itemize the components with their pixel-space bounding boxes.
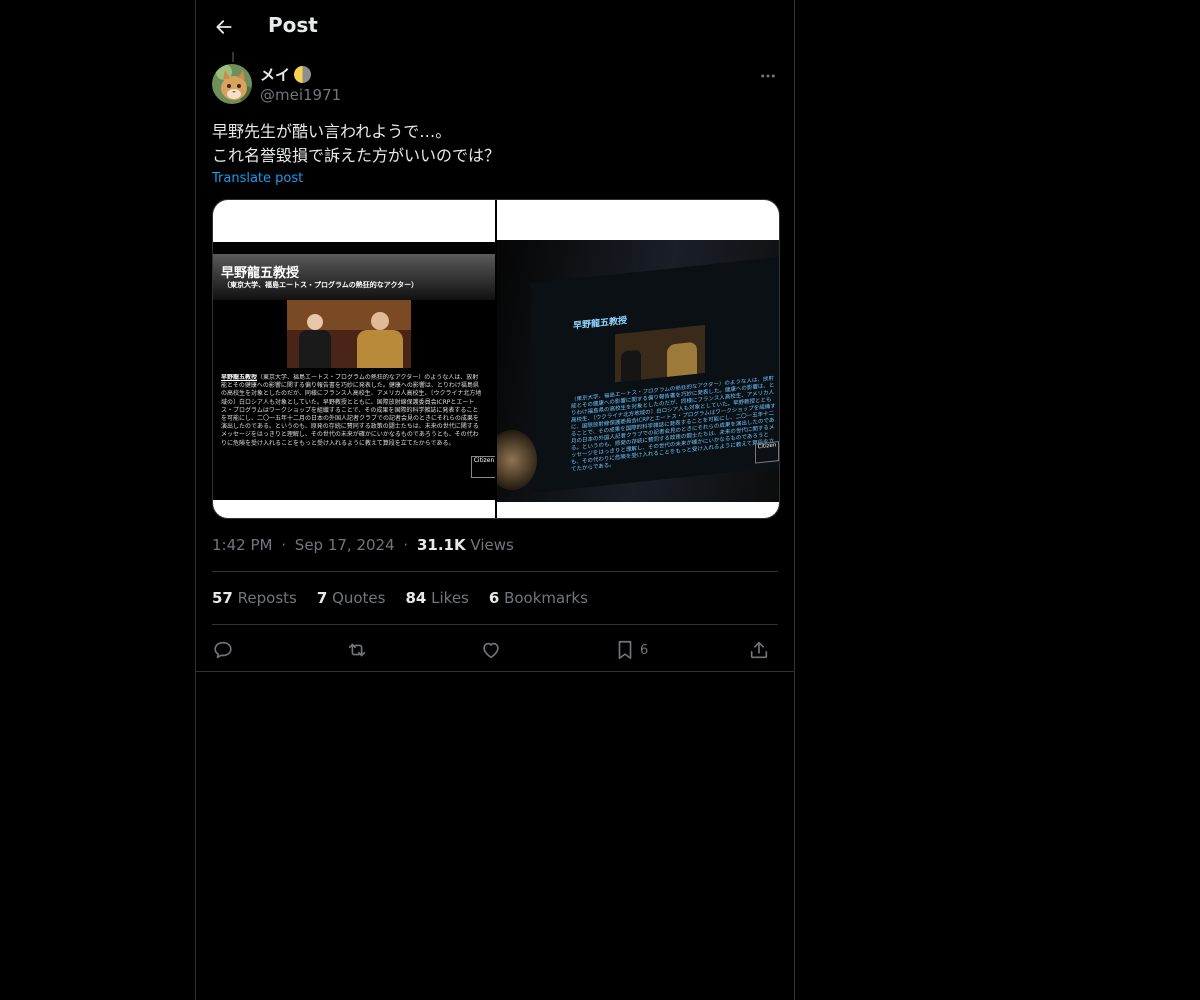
slide-body-lead: 早野龍五教授 (221, 374, 258, 381)
avatar[interactable] (212, 64, 252, 104)
action-bar: 6 (212, 636, 778, 664)
bookmarks-count: 6 (488, 589, 500, 607)
meta-separator: · (403, 536, 409, 554)
slide-frame: 早野龍五教授 （東京大学、福島エートス・プログラムの熱狂的なアクター） 早野龍五… (213, 242, 495, 500)
bookmarks-label: Bookmarks (504, 589, 588, 607)
divider (212, 571, 778, 572)
like-button[interactable] (480, 636, 502, 664)
slide-body: 早野龍五教授（東京大学、福島エートス・プログラムの熱狂的なアクター）のような人は… (221, 374, 483, 474)
reposts-stat[interactable]: 57 Reposts (212, 589, 297, 607)
likes-label: Likes (431, 589, 469, 607)
page-title: Post (268, 13, 318, 37)
tweet-text: 早野先生が酷い言われようで…。 これ名誉毀損で訴えた方がいいのでは？ (212, 120, 778, 168)
display-name-text: メイ (260, 66, 291, 84)
share-button[interactable] (748, 636, 770, 664)
likes-count: 84 (405, 589, 427, 607)
thread-line (232, 52, 234, 62)
bookmark-count: 6 (640, 642, 649, 658)
views-label: Views (470, 536, 514, 554)
quotes-count: 7 (316, 589, 328, 607)
screen-logo: Citizen (755, 441, 779, 464)
quotes-stat[interactable]: 7 Quotes (317, 589, 386, 607)
repost-button[interactable] (346, 636, 368, 664)
slide-title: 早野龍五教授 (221, 266, 300, 281)
user-handle[interactable]: @mei1971 (260, 86, 341, 104)
screen-photo: 早野龍五教授 （東京大学、福島エートス・プログラムの熱狂的なアクター）のような人… (497, 240, 779, 502)
tweet-text-line-1: 早野先生が酷い言われようで…。 (212, 122, 452, 141)
display-name[interactable]: メイ (260, 64, 312, 85)
like-icon (483, 642, 499, 659)
reply-icon (214, 641, 232, 659)
reposts-label: Reposts (237, 589, 297, 607)
back-button[interactable] (208, 11, 240, 43)
media-photo-1[interactable]: 早野龍五教授 （東京大学、福島エートス・プログラムの熱狂的なアクター） 早野龍五… (213, 200, 495, 518)
slide-body-text: （東京大学、福島エートス・プログラムの熱狂的なアクター）のような人は、放射能とそ… (221, 374, 482, 447)
likes-stat[interactable]: 84 Likes (405, 589, 468, 607)
back-arrow-icon (216, 20, 232, 34)
post-time[interactable]: 1:42 PM (212, 536, 272, 554)
screen-body: （東京大学、福島エートス・プログラムの熱狂的なアクター）のような人は、放射能とそ… (571, 375, 776, 473)
post-column: Post メイ @mei1971 早野先生が酷い言われようで…。 これ名誉毀損で… (195, 0, 795, 1000)
more-button[interactable] (756, 64, 780, 88)
meta-separator: · (281, 536, 287, 554)
tweet-text-line-2: これ名誉毀損で訴えた方がいいのでは？ (212, 146, 501, 165)
divider (212, 624, 778, 625)
share-icon (750, 641, 768, 659)
header: Post (196, 0, 794, 54)
bookmark-button[interactable]: 6 (614, 636, 648, 664)
media-grid: 早野龍五教授 （東京大学、福島エートス・プログラムの熱狂的なアクター） 早野龍五… (212, 199, 780, 519)
media-photo-2[interactable]: 早野龍五教授 （東京大学、福島エートス・プログラムの熱狂的なアクター）のような人… (497, 200, 779, 518)
projector-screen: 早野龍五教授 （東京大学、福島エートス・プログラムの熱狂的なアクター）のような人… (531, 256, 779, 494)
bookmark-icon (618, 640, 632, 660)
screen-slide-photo (615, 324, 705, 383)
quotes-label: Quotes (332, 589, 386, 607)
slide-subtitle: （東京大学、福島エートス・プログラムの熱狂的なアクター） (223, 281, 419, 289)
bookmarks-stat[interactable]: 6 Bookmarks (489, 589, 588, 607)
post-stats: 57 Reposts 7 Quotes 84 Likes 6 Bookmarks (212, 589, 588, 607)
screen-title: 早野龍五教授 (573, 316, 628, 332)
slide-logo: Citizen (471, 456, 495, 478)
moon-emoji-icon (294, 66, 312, 83)
cat-avatar-image (212, 64, 252, 104)
reposts-count: 57 (212, 589, 233, 607)
post-date[interactable]: Sep 17, 2024 (295, 536, 395, 554)
translate-post-link[interactable]: Translate post (212, 171, 303, 186)
post-meta: 1:42 PM · Sep 17, 2024 · 31.1K Views (212, 536, 514, 554)
divider (196, 671, 794, 672)
reply-button[interactable] (212, 636, 234, 664)
slide-photo (287, 300, 411, 368)
more-icon (761, 74, 775, 78)
views-count: 31.1K (416, 536, 466, 554)
repost-icon (348, 643, 366, 657)
